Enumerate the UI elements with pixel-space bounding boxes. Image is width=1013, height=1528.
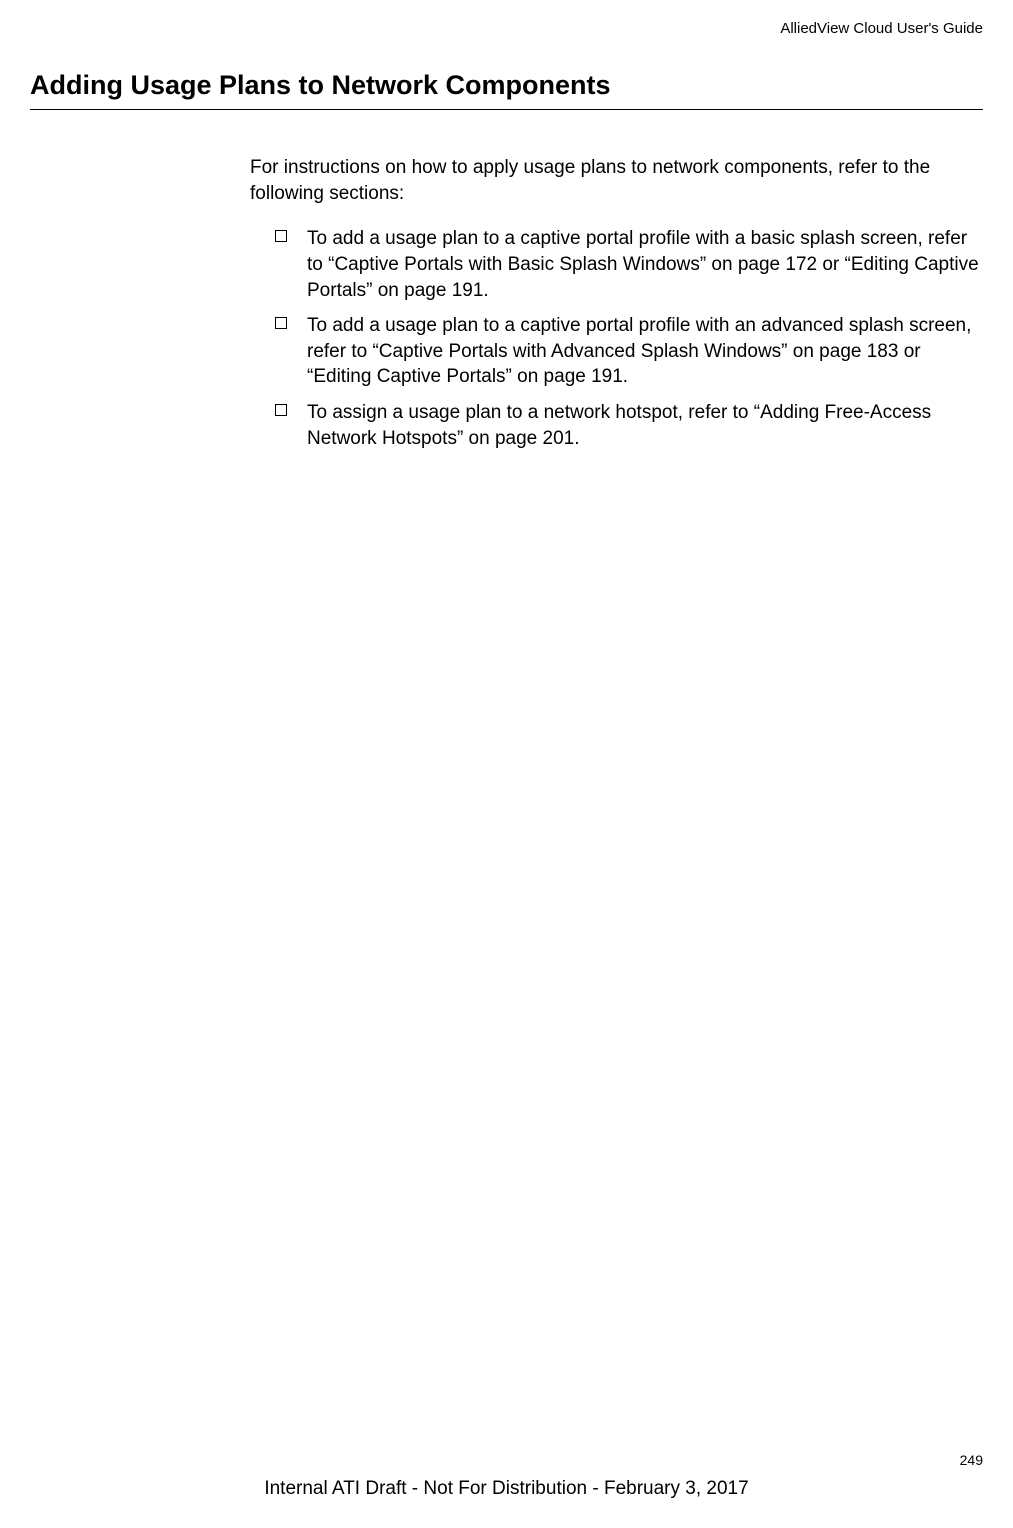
- page-number: 249: [960, 1452, 983, 1468]
- section-heading: Adding Usage Plans to Network Components: [30, 70, 983, 110]
- list-item: To add a usage plan to a captive portal …: [275, 226, 983, 303]
- bullet-square-icon: [275, 404, 287, 416]
- bullet-text: To add a usage plan to a captive portal …: [307, 315, 971, 387]
- bullet-square-icon: [275, 230, 287, 242]
- footer-distribution-notice: Internal ATI Draft - Not For Distributio…: [0, 1478, 1013, 1500]
- page-header-title: AlliedView Cloud User's Guide: [780, 20, 983, 37]
- bullet-list: To add a usage plan to a captive portal …: [250, 226, 983, 451]
- bullet-text: To assign a usage plan to a network hots…: [307, 402, 931, 449]
- content-area: For instructions on how to apply usage p…: [250, 155, 983, 461]
- intro-paragraph: For instructions on how to apply usage p…: [250, 155, 983, 206]
- list-item: To assign a usage plan to a network hots…: [275, 400, 983, 451]
- list-item: To add a usage plan to a captive portal …: [275, 313, 983, 390]
- bullet-text: To add a usage plan to a captive portal …: [307, 228, 979, 300]
- bullet-square-icon: [275, 317, 287, 329]
